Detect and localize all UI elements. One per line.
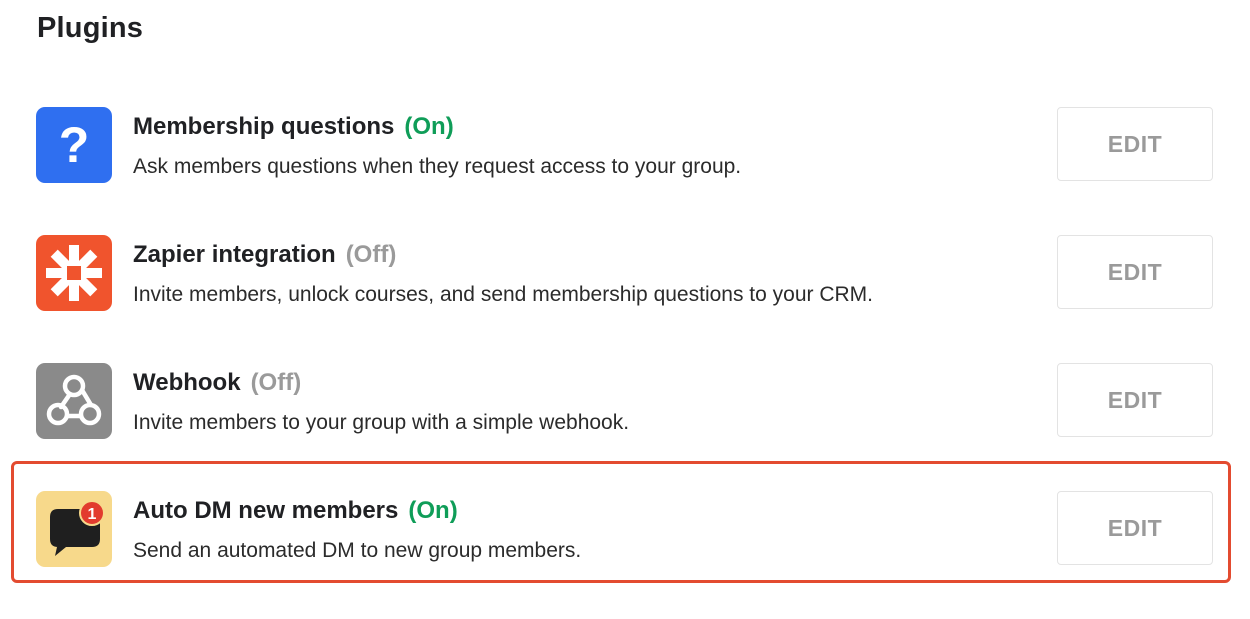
plugin-description: Invite members, unlock courses, and send… — [133, 283, 873, 306]
edit-button[interactable]: EDIT — [1057, 235, 1213, 309]
page-title: Plugins — [37, 12, 144, 44]
plugin-status-badge: (On) — [408, 497, 458, 524]
question-mark-icon: ? — [36, 107, 112, 183]
edit-button[interactable]: EDIT — [1057, 491, 1213, 565]
plugin-status-badge: (Off) — [250, 369, 302, 396]
plugin-status-badge: (Off) — [345, 241, 397, 268]
chat-bubble-badge-icon: 1 — [36, 491, 112, 567]
plugin-status-badge: (On) — [404, 113, 454, 140]
plugin-name: Auto DM new members — [133, 497, 399, 524]
plugin-row-zapier-integration: Zapier integration (Off) Invite members, … — [0, 235, 1250, 363]
plugin-name: Zapier integration — [133, 241, 336, 268]
plugin-row-membership-questions: ? Membership questions (On) Ask members q… — [0, 107, 1250, 235]
webhook-icon — [36, 363, 112, 439]
edit-button[interactable]: EDIT — [1057, 363, 1213, 437]
notification-badge: 1 — [88, 506, 97, 523]
svg-text:?: ? — [59, 117, 90, 173]
plugin-description: Send an automated DM to new group member… — [133, 539, 582, 562]
plugin-description: Invite members to your group with a simp… — [133, 411, 630, 434]
edit-button[interactable]: EDIT — [1057, 107, 1213, 181]
plugin-name: Webhook — [133, 369, 241, 396]
zapier-asterisk-icon — [36, 235, 112, 311]
plugin-name: Membership questions — [133, 113, 395, 140]
plugin-description: Ask members questions when they request … — [133, 155, 742, 178]
